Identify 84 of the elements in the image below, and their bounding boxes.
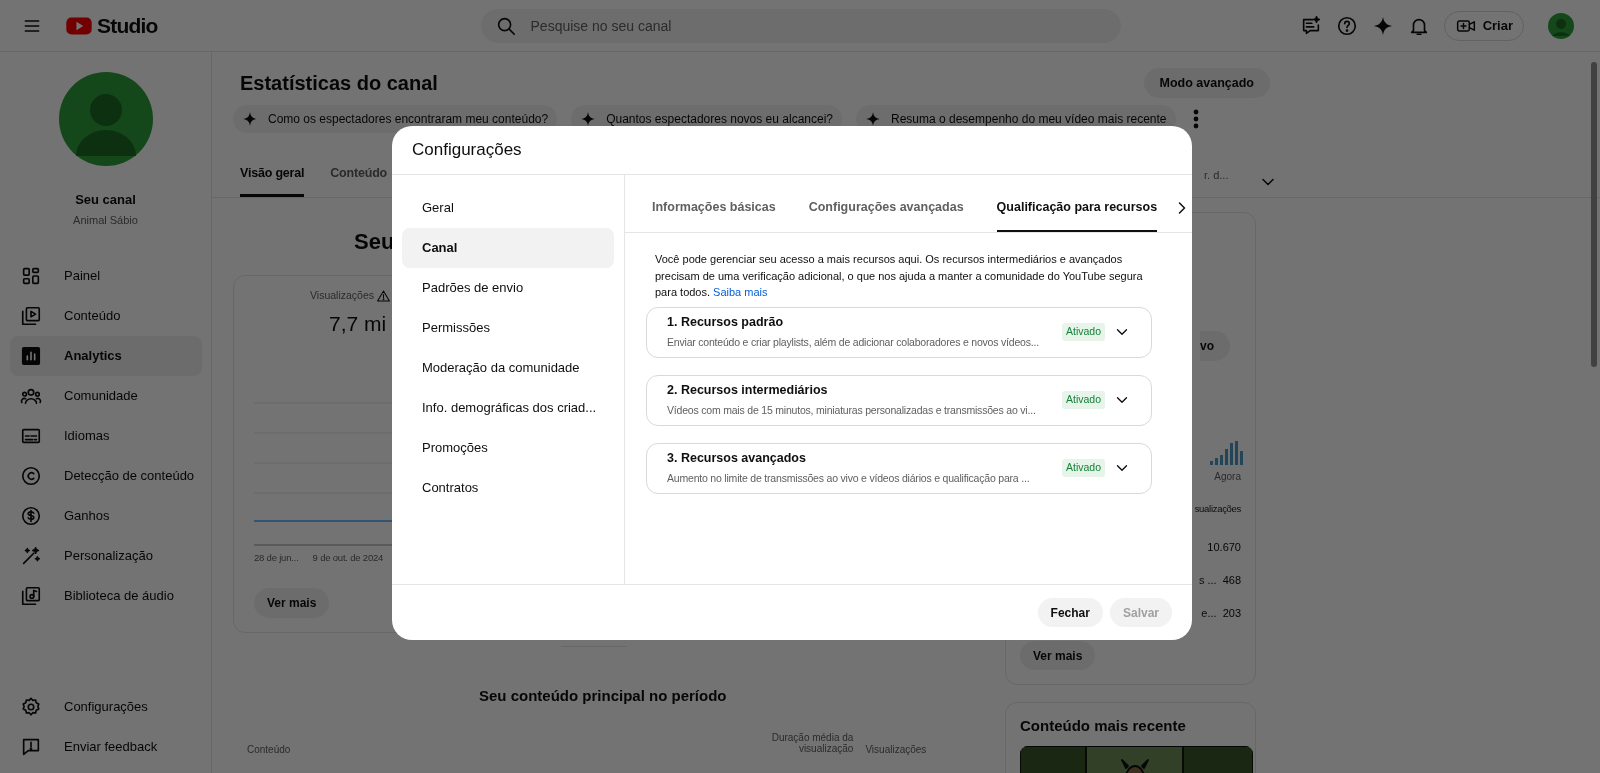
- avatar-icon: [1548, 12, 1574, 39]
- description-text: Você pode gerenciar seu acesso a mais recursos aqui. Os recursos intermediários e avançados precisam de uma verificação adicional, o que nos ajuda a manter a comunidade do YouTube segura para todos. Saiba mais: [655, 252, 1144, 300]
- feature-title: 2. Recursos intermediários: [667, 382, 829, 400]
- feedback-icon: [20, 736, 42, 758]
- sidebar-item[interactable]: Idiomas: [10, 416, 202, 456]
- feature-description: Aumento no limite de transmissões ao vivo e vídeos diários e qualificação para ...: [667, 471, 1031, 486]
- see-more-button[interactable]: Ver mais: [254, 587, 330, 618]
- feature-title: 3. Recursos avançados: [667, 450, 807, 468]
- dialog-nav-item[interactable]: Promoções: [402, 428, 614, 468]
- dialog-nav-item[interactable]: Canal: [402, 228, 614, 268]
- logo-text: Studio: [97, 15, 158, 36]
- feature-description: Vídeos com mais de 15 minutos, miniaturas personalizadas e transmissões ao vi...: [667, 403, 1037, 418]
- sidebar-item[interactable]: Biblioteca de áudio: [10, 576, 202, 616]
- status-badge: Ativado: [1061, 391, 1105, 409]
- dialog-title: Configurações: [412, 139, 522, 162]
- see-more-button[interactable]: Ver mais: [1020, 641, 1096, 671]
- warning-icon: [377, 289, 390, 302]
- feature-card[interactable]: 2. Recursos intermediários Vídeos com mais de 15 minutos, miniaturas personalizadas e transmissões ao vi... Ativado: [646, 374, 1152, 426]
- feature-title: 1. Recursos padrão: [667, 314, 784, 332]
- bar-chart-icon: [20, 345, 42, 367]
- column-header: Visualizações: [865, 743, 927, 755]
- table-cell-text: e...: [1201, 605, 1217, 621]
- dialog-nav-item[interactable]: Moderação da comunidade: [402, 348, 614, 388]
- sidebar-item[interactable]: Analytics: [10, 336, 202, 376]
- sparkle-icon: [242, 111, 258, 127]
- more-vertical-icon: [1192, 108, 1199, 130]
- dialog-nav-item[interactable]: Info. demográficas dos criad...: [402, 388, 614, 428]
- section-heading: Seu conteúdo principal no período: [479, 686, 727, 706]
- sidebar-item[interactable]: Personalização: [10, 536, 202, 576]
- help-button[interactable]: [1335, 14, 1358, 37]
- feature-description: Enviar conteúdo e criar playlists, além de adicionar colaboradores e novos vídeos...: [667, 335, 1040, 350]
- period-dropdown[interactable]: r. d...: [1204, 153, 1279, 197]
- sidebar-item[interactable]: Conteúdo: [10, 296, 202, 336]
- column-header: Duração média da visualização: [770, 731, 854, 754]
- sparkle-icon: [865, 111, 881, 127]
- section-heading: Seu: [354, 228, 395, 256]
- status-badge: Ativado: [1061, 323, 1105, 341]
- video-library-icon: [20, 305, 42, 327]
- dashboard-icon: [20, 265, 42, 287]
- card-button[interactable]: vo: [1200, 331, 1230, 361]
- dialog-nav-item[interactable]: Contratos: [402, 468, 614, 508]
- learn-more-link[interactable]: Saiba mais: [713, 286, 768, 298]
- feature-card[interactable]: 3. Recursos avançados Aumento no limite de transmissões ao vivo e vídeos diários e qualificação para ... Ativado: [646, 442, 1152, 494]
- dialog-button[interactable]: Fechar: [1037, 598, 1103, 627]
- table-cell-text: s ...: [1198, 572, 1217, 588]
- dialog-nav-item[interactable]: Padrões de envio: [402, 268, 614, 308]
- sidebar-item[interactable]: Enviar feedback: [10, 727, 202, 767]
- sidebar-item[interactable]: Configurações: [10, 687, 202, 727]
- music-library-icon: [20, 585, 42, 607]
- advanced-mode-button[interactable]: Modo avançado: [1143, 68, 1270, 98]
- channel-name: Seu canal: [74, 191, 137, 209]
- page-title: Estatísticas do canal: [240, 71, 438, 96]
- dollar-icon: [20, 505, 42, 527]
- magic-wand-icon: [20, 545, 42, 567]
- tab[interactable]: Visão geral: [240, 153, 305, 197]
- dialog-nav-item[interactable]: Geral: [402, 188, 614, 228]
- time-label: Agora: [1214, 470, 1241, 484]
- tab[interactable]: Qualificação para recursos: [996, 192, 1158, 232]
- settings-icon: [20, 696, 42, 718]
- table-cell-text: 10.670: [1207, 539, 1241, 555]
- axis-label: 9 de out. de 2024: [312, 551, 384, 566]
- metric-label: Visualizações: [310, 288, 374, 303]
- copyright-icon: [20, 465, 42, 487]
- card-title: Conteúdo mais recente: [1020, 716, 1186, 736]
- help-icon: [1335, 14, 1358, 37]
- sidebar-item[interactable]: Painel: [10, 256, 202, 296]
- metric-value: 7,7 mi: [329, 310, 387, 337]
- channel-avatar-icon: [58, 72, 153, 166]
- prompt-chip[interactable]: Como os espectadores encontraram meu conteúdo?: [233, 105, 558, 133]
- sidebar-item[interactable]: Comunidade: [10, 376, 202, 416]
- tab[interactable]: Informações básicas: [652, 192, 776, 232]
- dialog-nav-item[interactable]: Permissões: [402, 308, 614, 348]
- table-cell-text: 468: [1222, 572, 1241, 588]
- channel-handle: Animal Sábio: [72, 212, 139, 228]
- axis-label: 28 de jun...: [254, 551, 299, 566]
- tab[interactable]: Conteúdo: [330, 153, 387, 197]
- column-header: Conteúdo: [247, 743, 291, 755]
- sidebar-item[interactable]: Detecção de conteúdo: [10, 456, 202, 496]
- column-header: sualizações: [1194, 502, 1241, 516]
- table-cell-text: 203: [1222, 605, 1241, 621]
- tab[interactable]: Configurações avançadas: [808, 192, 964, 232]
- sidebar-item[interactable]: Ganhos: [10, 496, 202, 536]
- status-badge: Ativado: [1061, 459, 1105, 477]
- feature-card[interactable]: 1. Recursos padrão Enviar conteúdo e criar playlists, além de adicionar colaboradores e novos vídeos... Ativado: [646, 306, 1152, 358]
